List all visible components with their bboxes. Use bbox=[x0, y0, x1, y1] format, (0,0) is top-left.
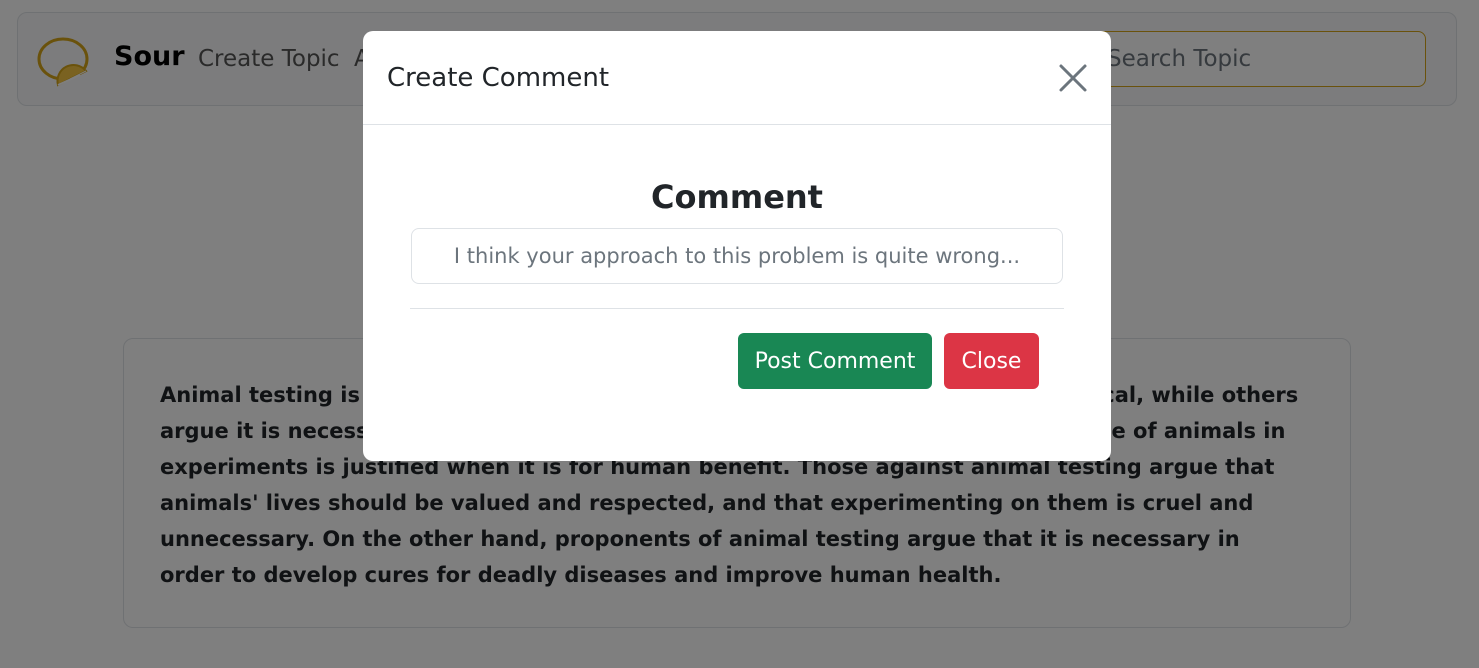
page: Sour Create Topic A Animal testing is a … bbox=[0, 0, 1479, 668]
close-icon[interactable] bbox=[1057, 62, 1089, 94]
modal-header: Create Comment bbox=[363, 31, 1111, 125]
comment-input[interactable] bbox=[411, 228, 1063, 284]
post-comment-button[interactable]: Post Comment bbox=[738, 333, 932, 389]
comment-heading: Comment bbox=[651, 178, 823, 216]
modal-body: Comment Post Comment Close bbox=[363, 126, 1111, 461]
divider bbox=[410, 308, 1064, 309]
create-comment-modal: Create Comment Comment Post Comment Clos… bbox=[363, 31, 1111, 461]
modal-title: Create Comment bbox=[387, 63, 610, 93]
close-button[interactable]: Close bbox=[944, 333, 1039, 389]
